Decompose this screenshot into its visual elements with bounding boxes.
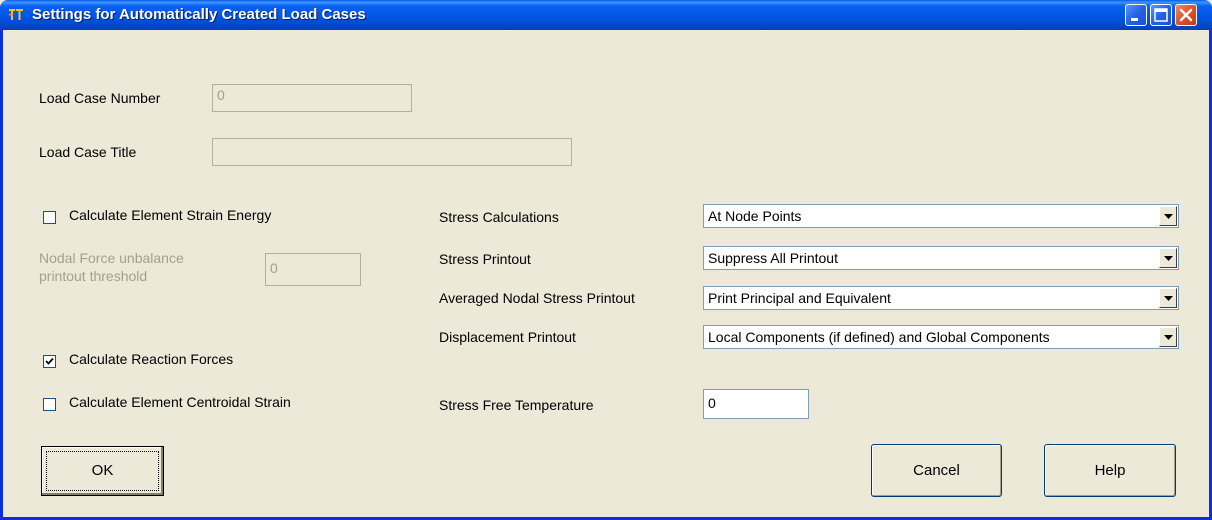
chevron-down-icon[interactable] <box>1159 248 1177 268</box>
stress-calculations-value: At Node Points <box>708 208 802 224</box>
help-button-label: Help <box>1094 462 1126 479</box>
app-icon <box>8 7 24 23</box>
stress-calculations-select[interactable]: At Node Points <box>703 204 1179 228</box>
ok-button[interactable]: OK <box>41 446 164 496</box>
chevron-down-icon[interactable] <box>1159 288 1177 308</box>
averaged-nodal-label: Averaged Nodal Stress Printout <box>439 290 635 306</box>
displacement-printout-value: Local Components (if defined) and Global… <box>708 329 1050 345</box>
centroidal-strain-label[interactable]: Calculate Element Centroidal Strain <box>69 394 291 410</box>
stress-calculations-label: Stress Calculations <box>439 209 559 225</box>
strain-energy-label[interactable]: Calculate Element Strain Energy <box>69 207 271 223</box>
title-bar[interactable]: Settings for Automatically Created Load … <box>0 0 1212 30</box>
centroidal-strain-checkbox[interactable] <box>43 398 56 411</box>
close-icon <box>1179 8 1193 22</box>
chevron-down-icon[interactable] <box>1159 206 1177 226</box>
stress-printout-select[interactable]: Suppress All Printout <box>703 246 1179 270</box>
averaged-nodal-value: Print Principal and Equivalent <box>708 290 891 306</box>
nodal-force-input[interactable]: 0 <box>265 253 361 286</box>
reaction-forces-label[interactable]: Calculate Reaction Forces <box>69 351 233 367</box>
load-case-title-input[interactable] <box>212 138 572 166</box>
focus-rect <box>46 451 159 491</box>
nodal-force-label-line1: Nodal Force unbalance <box>39 250 184 266</box>
cancel-button[interactable]: Cancel <box>871 444 1002 497</box>
minimize-button[interactable] <box>1125 4 1147 26</box>
nodal-force-label-line2: printout threshold <box>39 268 148 284</box>
help-button[interactable]: Help <box>1044 444 1176 497</box>
close-button[interactable] <box>1175 4 1197 26</box>
reaction-forces-checkbox[interactable] <box>43 355 56 368</box>
stress-printout-label: Stress Printout <box>439 251 531 267</box>
maximize-button[interactable] <box>1150 4 1172 26</box>
stress-free-temp-input[interactable]: 0 <box>703 389 809 419</box>
chevron-down-icon[interactable] <box>1159 327 1177 347</box>
stress-free-temp-label: Stress Free Temperature <box>439 397 594 413</box>
averaged-nodal-select[interactable]: Print Principal and Equivalent <box>703 286 1179 310</box>
cancel-button-label: Cancel <box>913 462 960 479</box>
strain-energy-checkbox[interactable] <box>43 211 56 224</box>
minimize-icon <box>1131 18 1138 21</box>
displacement-printout-select[interactable]: Local Components (if defined) and Global… <box>703 325 1179 349</box>
checkmark-icon <box>45 357 54 365</box>
maximize-icon <box>1154 8 1168 22</box>
dialog-window: Settings for Automatically Created Load … <box>0 0 1212 520</box>
displacement-printout-label: Displacement Printout <box>439 329 576 345</box>
load-case-number-label: Load Case Number <box>39 90 161 106</box>
window-title: Settings for Automatically Created Load … <box>32 6 366 23</box>
load-case-title-label: Load Case Title <box>39 144 137 160</box>
load-case-number-input[interactable]: 0 <box>212 84 412 112</box>
stress-printout-value: Suppress All Printout <box>708 250 838 266</box>
